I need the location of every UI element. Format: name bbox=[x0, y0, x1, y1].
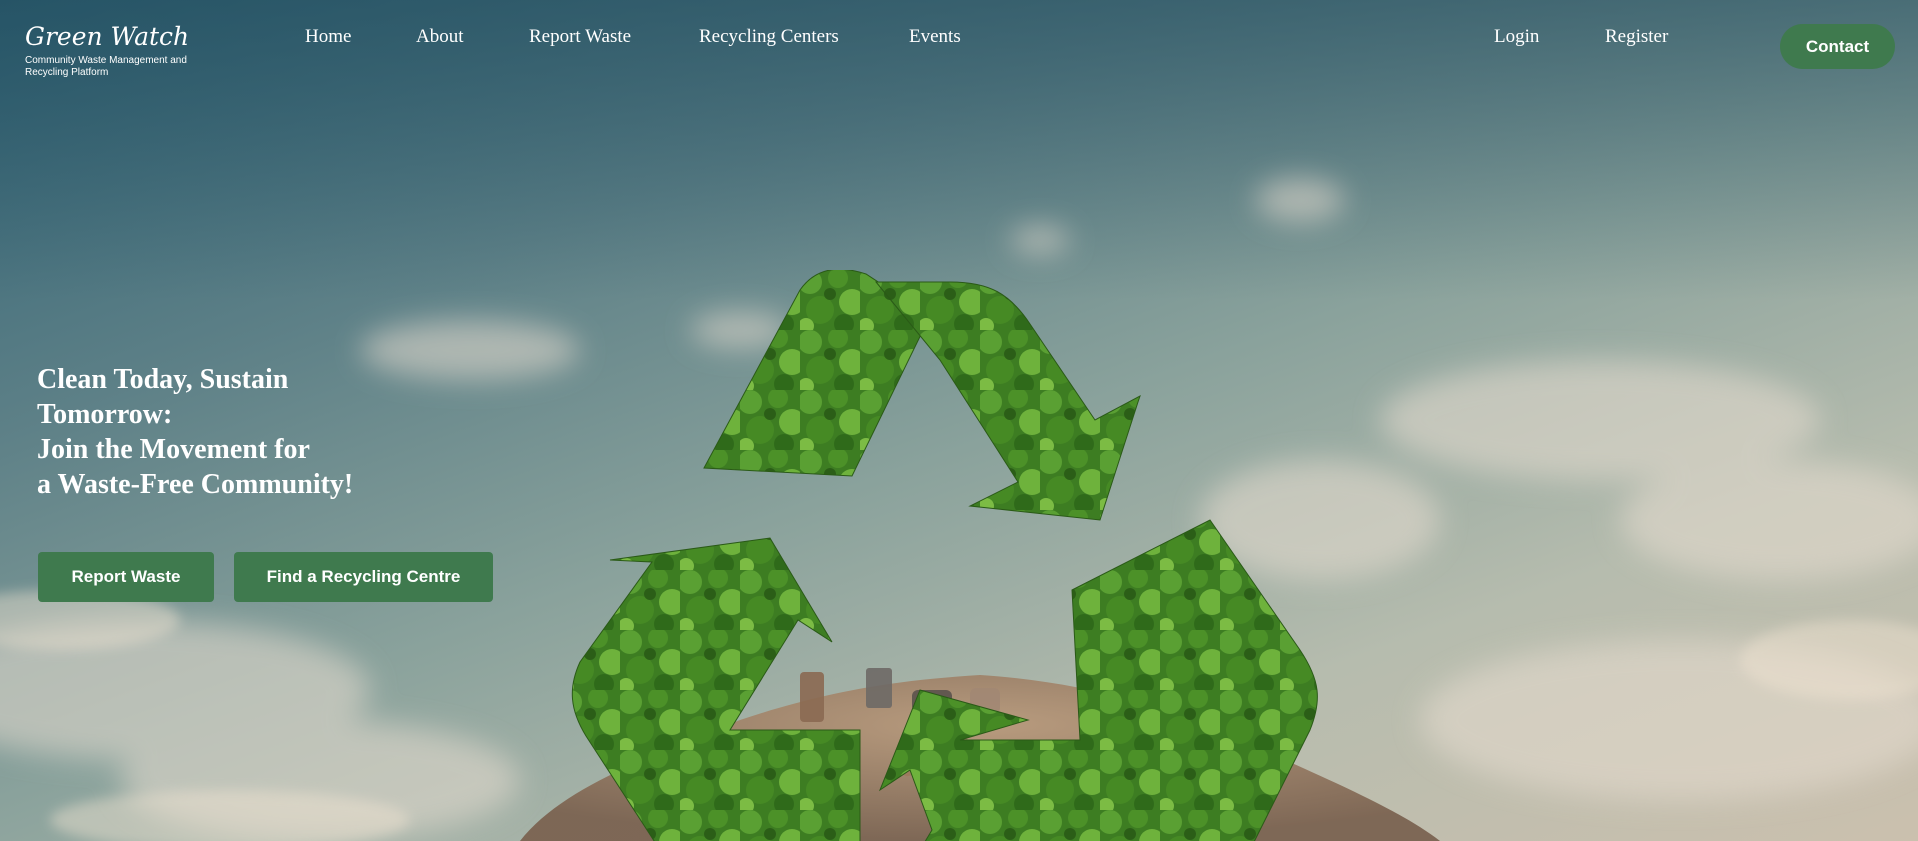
recycle-symbol-icon bbox=[571, 270, 1318, 841]
nav-report-waste[interactable]: Report Waste bbox=[529, 26, 631, 48]
hero-heading-line: Join the Movement for bbox=[37, 434, 310, 465]
page: Green Watch Community Waste Management a… bbox=[0, 0, 1918, 841]
nav-about[interactable]: About bbox=[416, 26, 464, 48]
nav-events[interactable]: Events bbox=[909, 26, 961, 48]
hero-heading-line: a Waste-Free Community! bbox=[37, 469, 354, 500]
logo[interactable]: Green Watch Community Waste Management a… bbox=[25, 22, 225, 79]
find-recycling-centre-button[interactable]: Find a Recycling Centre bbox=[234, 552, 493, 602]
hero-heading-line: Tomorrow: bbox=[37, 399, 173, 430]
nav-home[interactable]: Home bbox=[305, 26, 351, 48]
register-link[interactable]: Register bbox=[1605, 26, 1668, 48]
contact-button[interactable]: Contact bbox=[1780, 24, 1895, 69]
hero-heading: Clean Today, Sustain Tomorrow: Join the … bbox=[37, 362, 437, 502]
logo-title: Green Watch bbox=[25, 22, 190, 51]
report-waste-button[interactable]: Report Waste bbox=[38, 552, 214, 602]
logo-subtitle: Community Waste Management and Recycling… bbox=[25, 55, 187, 79]
nav-recycling-centers[interactable]: Recycling Centers bbox=[699, 26, 839, 48]
login-link[interactable]: Login bbox=[1494, 26, 1539, 48]
hero-heading-line: Clean Today, Sustain bbox=[37, 364, 289, 395]
